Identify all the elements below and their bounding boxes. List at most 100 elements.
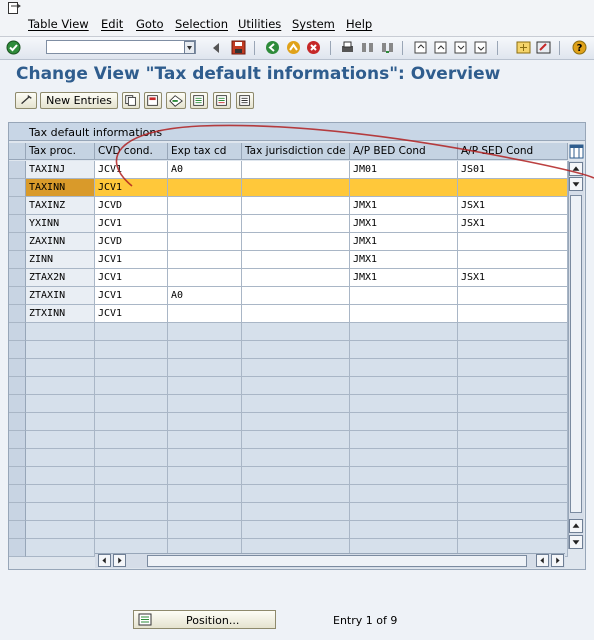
row-selector[interactable]: [9, 467, 26, 485]
cell-exp-tax-cd[interactable]: [168, 503, 242, 521]
cell-cvd-cond[interactable]: JCV1: [95, 251, 168, 269]
row-selector[interactable]: [9, 341, 26, 359]
column-header-tax-proc[interactable]: Tax proc.: [26, 143, 95, 160]
cell-ap-bed-cond[interactable]: [350, 341, 458, 359]
cell-ap-sed-cond[interactable]: [458, 521, 568, 539]
cell-exp-tax-cd[interactable]: [168, 485, 242, 503]
scroll-far-right-icon[interactable]: [551, 554, 564, 567]
menu-selection[interactable]: Selection: [175, 17, 228, 31]
cell-exp-tax-cd[interactable]: [168, 377, 242, 395]
cell-tax-proc[interactable]: [26, 449, 95, 467]
cell-cvd-cond[interactable]: [95, 467, 168, 485]
cell-ap-sed-cond[interactable]: [458, 287, 568, 305]
cell-ap-sed-cond[interactable]: [458, 413, 568, 431]
cell-ap-sed-cond[interactable]: [458, 395, 568, 413]
cell-tax-proc[interactable]: TAXINZ: [26, 197, 95, 215]
cell-ap-bed-cond[interactable]: JMX1: [350, 269, 458, 287]
cell-exp-tax-cd[interactable]: [168, 395, 242, 413]
cell-tax-jurisdiction[interactable]: [242, 503, 350, 521]
cell-tax-proc[interactable]: ZTXINN: [26, 305, 95, 323]
column-header-ap-sed-cond[interactable]: A/P SED Cond: [458, 143, 568, 160]
page-up-icon[interactable]: [569, 519, 583, 533]
cell-ap-sed-cond[interactable]: [458, 179, 568, 197]
cell-tax-proc[interactable]: [26, 521, 95, 539]
cell-cvd-cond[interactable]: JCV1: [95, 161, 168, 179]
cell-exp-tax-cd[interactable]: [168, 251, 242, 269]
cell-ap-sed-cond[interactable]: JSX1: [458, 269, 568, 287]
vertical-scroll-thumb[interactable]: [570, 195, 582, 513]
position-button[interactable]: Position...: [133, 610, 276, 629]
back-icon[interactable]: [265, 40, 280, 55]
cell-exp-tax-cd[interactable]: [168, 467, 242, 485]
row-selector[interactable]: [9, 449, 26, 467]
cell-tax-proc[interactable]: [26, 503, 95, 521]
cell-tax-proc[interactable]: [26, 431, 95, 449]
cell-ap-bed-cond[interactable]: [350, 431, 458, 449]
column-header-cvd-cond[interactable]: CVD cond.: [95, 143, 168, 160]
command-field[interactable]: [46, 40, 196, 54]
cell-tax-proc[interactable]: [26, 413, 95, 431]
command-history-icon[interactable]: [184, 41, 195, 54]
cell-tax-jurisdiction[interactable]: [242, 179, 350, 197]
find-next-icon[interactable]: [380, 40, 395, 55]
cell-tax-jurisdiction[interactable]: [242, 269, 350, 287]
cell-tax-proc[interactable]: [26, 485, 95, 503]
help-icon[interactable]: ?: [572, 40, 587, 55]
cell-ap-bed-cond[interactable]: [350, 377, 458, 395]
cell-tax-jurisdiction[interactable]: [242, 377, 350, 395]
cell-exp-tax-cd[interactable]: [168, 413, 242, 431]
cell-cvd-cond[interactable]: [95, 485, 168, 503]
cell-tax-jurisdiction[interactable]: [242, 287, 350, 305]
cell-ap-bed-cond[interactable]: [350, 413, 458, 431]
row-selector[interactable]: [9, 503, 26, 521]
cell-cvd-cond[interactable]: [95, 395, 168, 413]
previous-page-icon[interactable]: [433, 40, 448, 55]
cell-cvd-cond[interactable]: JCV1: [95, 269, 168, 287]
cell-exp-tax-cd[interactable]: [168, 449, 242, 467]
cell-cvd-cond[interactable]: [95, 341, 168, 359]
row-selector[interactable]: [9, 197, 26, 215]
row-selector[interactable]: [9, 539, 26, 557]
cell-cvd-cond[interactable]: JCV1: [95, 305, 168, 323]
cell-ap-bed-cond[interactable]: JMX1: [350, 197, 458, 215]
row-selector[interactable]: [9, 305, 26, 323]
menu-edit[interactable]: Edit: [101, 17, 123, 31]
cell-tax-proc[interactable]: TAXINN: [26, 179, 95, 197]
row-selector[interactable]: [9, 251, 26, 269]
cell-ap-bed-cond[interactable]: [350, 395, 458, 413]
row-selector[interactable]: [9, 287, 26, 305]
first-page-icon[interactable]: [413, 40, 428, 55]
menu-goto[interactable]: Goto: [136, 17, 164, 31]
scroll-left-icon[interactable]: [98, 554, 111, 567]
menu-help[interactable]: Help: [346, 17, 372, 31]
cell-tax-proc[interactable]: TAXINJ: [26, 161, 95, 179]
cell-tax-jurisdiction[interactable]: [242, 449, 350, 467]
horizontal-scroll-thumb[interactable]: [147, 555, 527, 567]
scroll-right-icon[interactable]: [113, 554, 126, 567]
cell-ap-bed-cond[interactable]: [350, 467, 458, 485]
cell-tax-jurisdiction[interactable]: [242, 215, 350, 233]
find-icon[interactable]: [360, 40, 375, 55]
cell-tax-jurisdiction[interactable]: [242, 413, 350, 431]
enter-icon[interactable]: [6, 40, 21, 55]
page-down-icon[interactable]: [569, 535, 583, 549]
row-selector[interactable]: [9, 359, 26, 377]
cell-tax-jurisdiction[interactable]: [242, 305, 350, 323]
cell-cvd-cond[interactable]: JCV1: [95, 287, 168, 305]
cell-tax-jurisdiction[interactable]: [242, 233, 350, 251]
cell-tax-proc[interactable]: ZTAX2N: [26, 269, 95, 287]
row-selector[interactable]: [9, 161, 26, 179]
cell-cvd-cond[interactable]: [95, 413, 168, 431]
cell-ap-bed-cond[interactable]: [350, 503, 458, 521]
row-selector[interactable]: [9, 323, 26, 341]
next-page-icon[interactable]: [453, 40, 468, 55]
cell-tax-proc[interactable]: YXINN: [26, 215, 95, 233]
row-selector[interactable]: [9, 215, 26, 233]
cell-tax-jurisdiction[interactable]: [242, 521, 350, 539]
display-change-icon[interactable]: [15, 92, 37, 109]
delete-icon[interactable]: [144, 92, 162, 109]
cell-exp-tax-cd[interactable]: [168, 431, 242, 449]
cell-cvd-cond[interactable]: [95, 431, 168, 449]
select-block-icon[interactable]: [213, 92, 231, 109]
cell-tax-proc[interactable]: ZAXINN: [26, 233, 95, 251]
